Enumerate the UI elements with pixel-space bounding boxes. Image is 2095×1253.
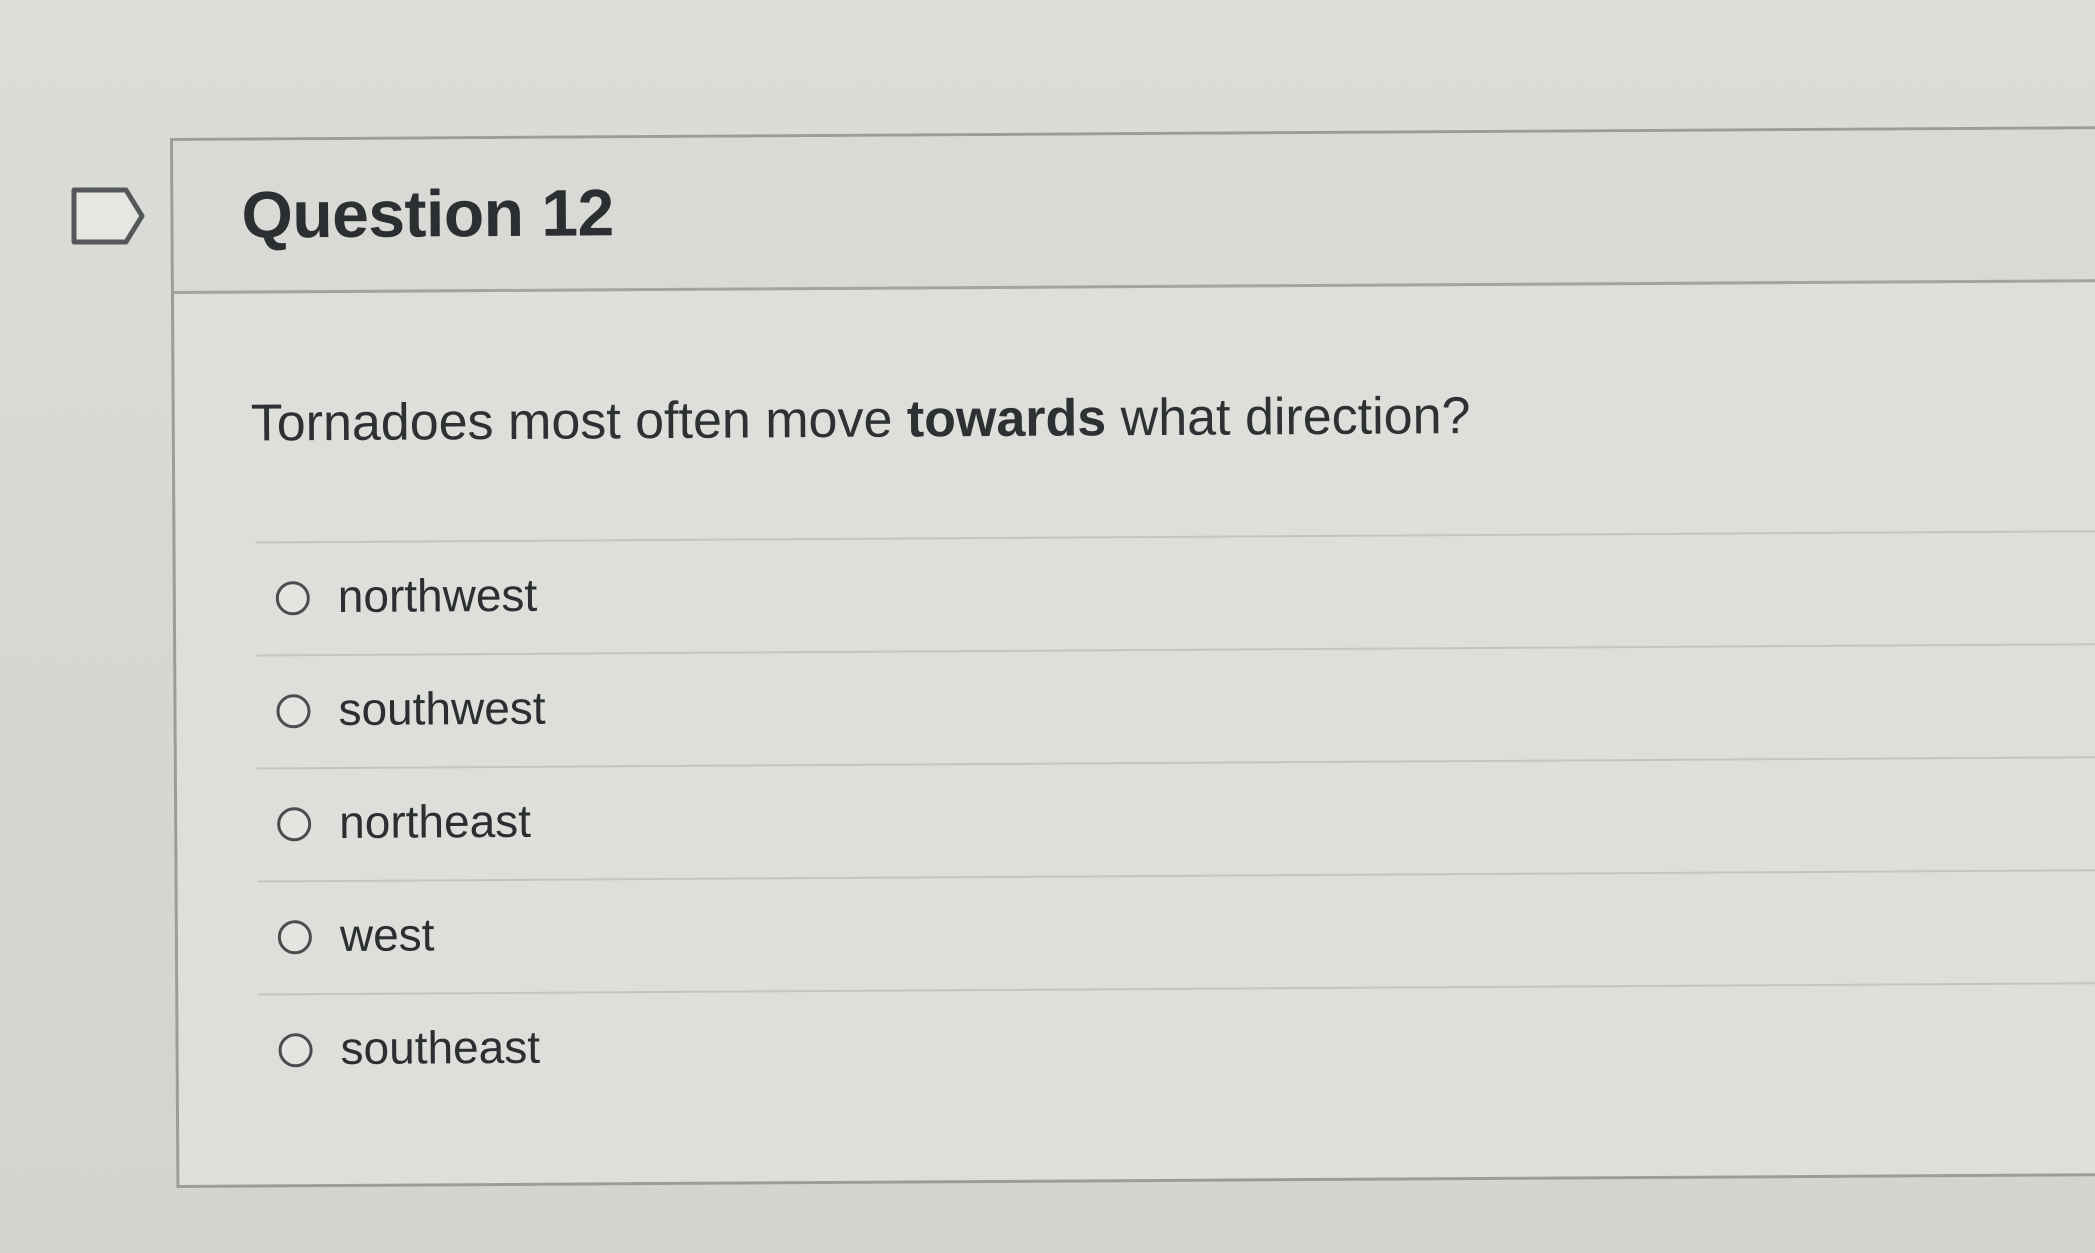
radio-button-icon[interactable] [278, 1033, 313, 1068]
answer-label[interactable]: northwest [338, 568, 538, 623]
question-title: Question 12 [241, 175, 614, 252]
answer-label[interactable]: southeast [340, 1020, 540, 1075]
answer-option-southwest[interactable]: southwest [256, 642, 2095, 768]
flag-question-icon[interactable] [70, 186, 146, 246]
answer-option-southeast[interactable]: southeast [258, 981, 2095, 1107]
answer-list: northwest southwest northeast west south… [255, 530, 2095, 1107]
question-text-emphasis: towards [906, 389, 1107, 449]
answer-option-northeast[interactable]: northeast [256, 755, 2095, 881]
answer-label[interactable]: west [340, 907, 435, 962]
answer-label[interactable]: southwest [338, 681, 545, 736]
answer-option-west[interactable]: west [257, 868, 2095, 994]
radio-button-icon[interactable] [277, 807, 312, 842]
question-text-end: what direction? [1106, 387, 1471, 448]
question-text: Tornadoes most often move towards what d… [251, 386, 1471, 453]
answer-label[interactable]: northeast [339, 794, 531, 849]
answer-option-northwest[interactable]: northwest [255, 530, 2095, 655]
radio-button-icon[interactable] [277, 920, 312, 955]
question-header: Question 12 [173, 129, 2095, 294]
question-card: Question 12 Tornadoes most often move to… [170, 126, 2095, 1188]
radio-button-icon[interactable] [275, 581, 310, 616]
radio-button-icon[interactable] [276, 694, 311, 729]
question-text-start: Tornadoes most often move [250, 390, 908, 453]
